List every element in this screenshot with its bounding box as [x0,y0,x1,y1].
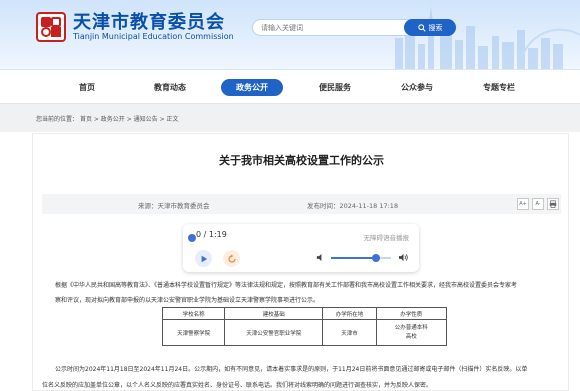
nav-item-public-services[interactable]: 便民服务 [304,79,366,96]
breadcrumb-home[interactable]: 首页 [80,116,92,123]
table-header: 建校基础 [224,307,324,320]
search-icon [417,23,426,32]
breadcrumb-separator: > [157,116,167,123]
main-nav: 首页 教育动态 政务公开 便民服务 公众参与 专题专栏 [0,70,580,104]
source-value: 天津市教育委员会 [157,202,210,210]
logo-seal[interactable] [36,12,66,42]
nav-item-government-affairs[interactable]: 政务公开 [221,79,283,96]
table-cell: 公办普通本科高校 [375,319,448,346]
time-label: 发布时间： [307,202,340,210]
breadcrumb-separator: > [91,116,101,123]
volume-high-icon[interactable] [398,253,409,262]
breadcrumb-government-affairs[interactable]: 政务公开 [101,116,125,123]
breadcrumb-current: 正文 [166,116,179,123]
site-name[interactable]: 天津市教育委员会 [73,8,225,34]
article-title: 关于我市相关高校设置工作的公示 [219,154,384,167]
site-name-en: Tianjin Municipal Education Commission [73,32,234,41]
replay-button[interactable] [223,250,240,267]
volume-low-icon[interactable] [316,253,325,262]
audio-player: 0 / 1:19 无障碍语音播报 [183,224,419,272]
table-cell: 天津警察学院 [161,319,226,346]
article-source: 来源：天津市教育委员会 [138,200,210,210]
nav-item-home[interactable]: 首页 [56,79,118,96]
breadcrumb-notices[interactable]: 通知公告 [134,116,158,123]
audio-time-display: 0 / 1:19 [196,230,227,239]
nature-cell-text: 公办普通本科高校 [394,324,428,340]
play-icon [201,255,207,262]
print-icon [549,200,557,208]
breadcrumb: 您当前的位置： 首页 > 政务公开 > 通知公告 > 正文 [0,104,580,132]
replay-icon [227,254,236,263]
font-increase-button[interactable]: A+ [517,198,529,210]
schools-table: 学校名称 建校基础 办学所在地 办学性质 天津警察学院 天津公安警官职业学院 天… [161,307,448,346]
search-button-label: 搜索 [428,23,443,32]
table-cell: 天津公安警官职业学院 [224,319,324,346]
table-header-row: 学校名称 建校基础 办学所在地 办学性质 [161,307,448,320]
nav-item-public-participation[interactable]: 公众参与 [386,79,448,96]
volume-fill [331,257,376,259]
source-label: 来源： [138,202,158,210]
paragraph-1-line-2: 察和评议，现对拟向教育部申报的以天津公安警官职业学院为基础设立天津警察学院事项进… [55,297,320,304]
table-row: 天津警察学院 天津公安警官职业学院 天津市 公办普通本科高校 [161,319,448,346]
paragraph-1-line-1: 根据《中华人民共和国高等教育法》、《普通本科学校设置暂行规定》等法律法规和规定，… [55,282,518,289]
paragraph-2-line-1: 公示时间为2024年11月18日至2024年11月24日。公示期内，如有不同意见… [55,366,528,373]
progress-knob[interactable] [188,234,196,242]
search-input[interactable] [253,20,403,35]
breadcrumb-prefix: 您当前的位置： [36,116,79,123]
table-cell: 天津市 [322,319,377,346]
table-header: 学校名称 [161,307,226,320]
print-button[interactable] [547,198,559,210]
table-header: 办学所在地 [322,307,377,320]
volume-slider[interactable] [331,254,391,262]
play-button[interactable] [195,250,212,267]
article-meta-bar: 来源：天津市教育委员会 发布时间：2024-11-18 17:18 A+ A- [42,194,561,214]
nav-item-special-topics[interactable]: 专题专栏 [468,79,530,96]
table-header: 办学性质 [375,307,448,320]
font-decrease-button[interactable]: A- [532,198,544,210]
search-box: 搜索 [252,19,456,36]
article-publish-time: 发布时间：2024-11-18 17:18 [307,200,398,210]
nav-item-education-news[interactable]: 教育动态 [139,79,201,96]
accessibility-voice-label[interactable]: 无障碍语音播报 [364,232,410,242]
time-value: 2024-11-18 17:18 [339,202,399,210]
breadcrumb-separator: > [124,116,134,123]
search-button[interactable]: 搜索 [404,19,456,36]
article-panel: 关于我市相关高校设置工作的公示 来源：天津市教育委员会 发布时间：2024-11… [32,133,569,391]
paragraph-2-line-2: 位名义反映的应加盖单位公章，以个人名义反映的应署真实姓名、身份证号、联系电话。我… [42,382,433,389]
header-banner: 天津市教育委员会 Tianjin Municipal Education Com… [0,0,580,70]
volume-knob[interactable] [372,254,380,262]
